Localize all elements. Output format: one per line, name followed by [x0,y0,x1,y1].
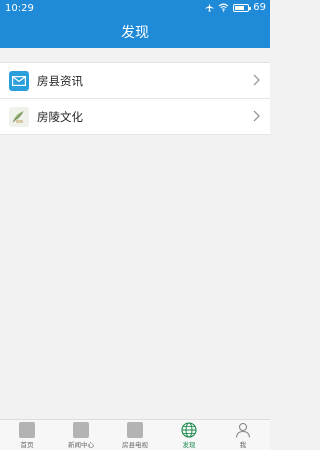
globe-icon [181,422,197,438]
status-time: 10:29 [5,3,34,14]
bottom-nav: 首页 新闻中心 房县电视 发现 我 [0,419,270,450]
tab-label: 房县电视 [122,441,148,449]
tv-icon [127,422,143,438]
tab-label: 新闻中心 [68,441,94,449]
wifi-icon [218,3,229,12]
list-item-label: 房县资讯 [37,73,83,88]
tab-fangxian-tv[interactable]: 房县电视 [108,420,162,450]
discover-list: 房县资讯 房陵文化 [0,62,270,135]
tab-home[interactable]: 首页 [0,420,54,450]
status-bar: 10:29 69 [0,0,270,18]
chevron-right-icon [253,74,260,86]
battery-icon [233,3,252,12]
home-icon [19,422,35,438]
tab-label: 首页 [20,441,34,449]
header: 发现 [0,18,270,48]
chevron-right-icon [253,110,260,122]
list-item-fangling-culture[interactable]: 房陵文化 [0,99,270,135]
mail-icon [9,70,29,91]
page-title: 发现 [121,25,149,41]
culture-icon [9,106,29,127]
airplane-icon [205,3,214,12]
list-item-fangxian-news[interactable]: 房县资讯 [0,63,270,99]
tab-me[interactable]: 我 [216,420,270,450]
tab-label: 发现 [182,441,196,449]
battery-percent: 69 [253,2,266,13]
tab-label: 我 [239,441,247,449]
tab-discover[interactable]: 发现 [162,420,216,450]
news-icon [73,422,89,438]
status-icons: 69 [205,2,266,13]
person-icon [235,422,251,438]
list-item-label: 房陵文化 [37,109,83,124]
tab-news-center[interactable]: 新闻中心 [54,420,108,450]
